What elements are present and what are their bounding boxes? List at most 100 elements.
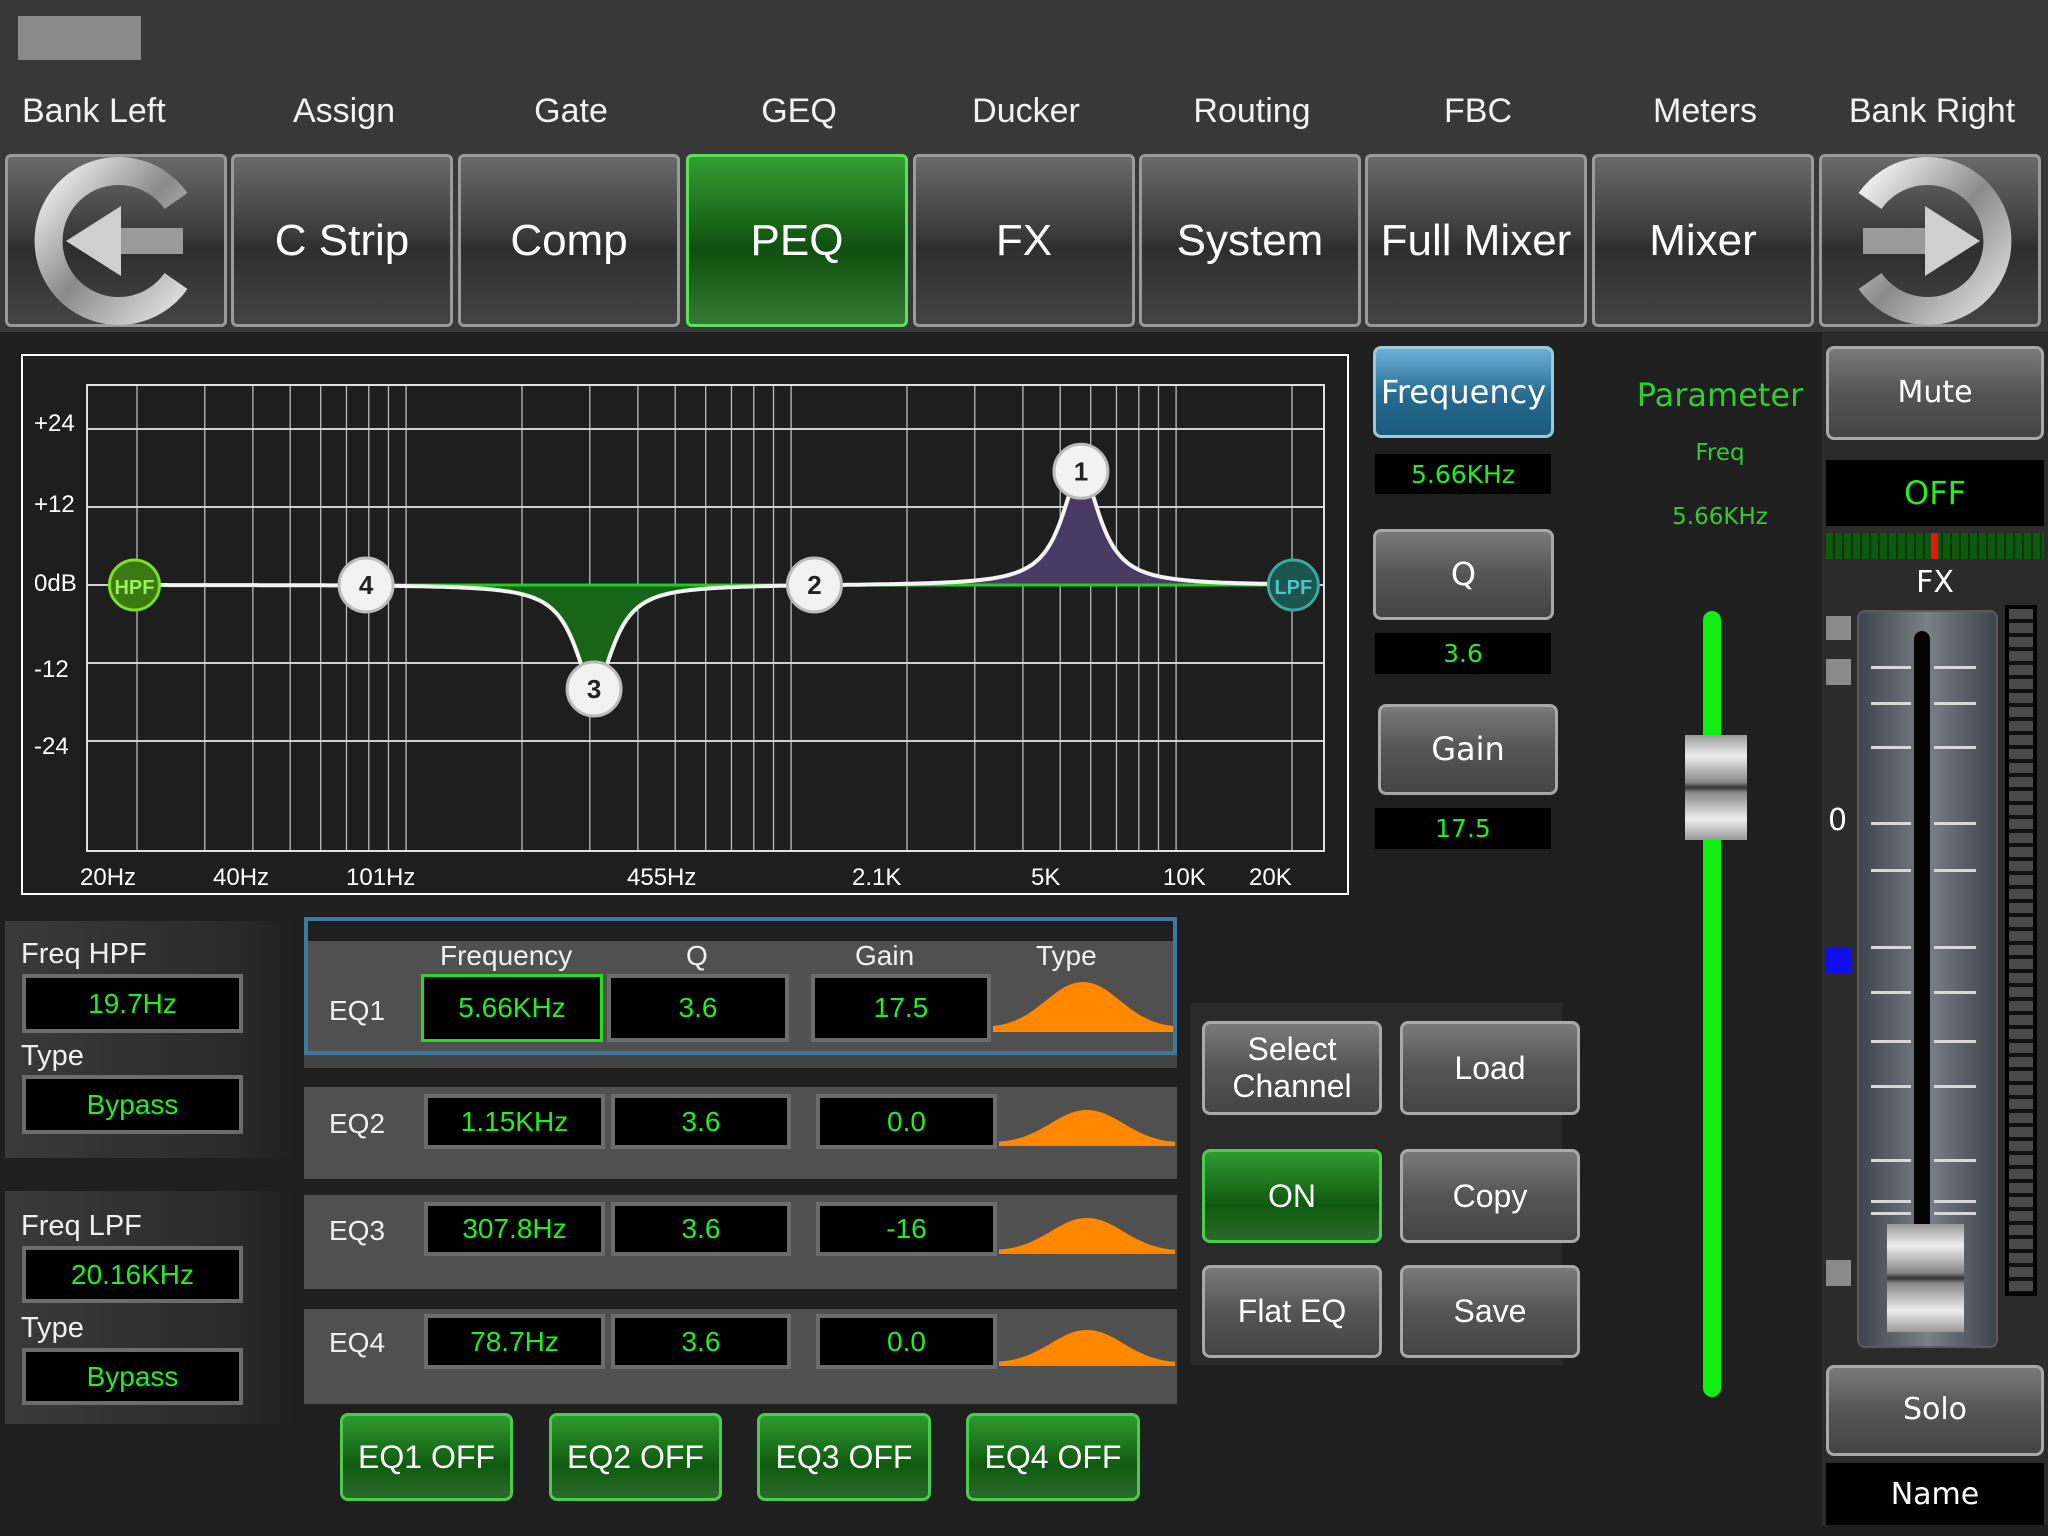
eq4-freq-field[interactable]: 78.7Hz bbox=[424, 1314, 605, 1369]
bell-icon[interactable] bbox=[993, 982, 1173, 1032]
eq1-q-field[interactable]: 3.6 bbox=[607, 974, 789, 1042]
eq3-label: EQ3 bbox=[329, 1215, 386, 1246]
gain-value: 17.5 bbox=[1375, 808, 1551, 849]
lpf-handle-label: LPF bbox=[1274, 577, 1312, 599]
bell-icon[interactable] bbox=[999, 1110, 1175, 1146]
fader-tick bbox=[1871, 869, 1911, 872]
zero-db-mark: 0 bbox=[1828, 803, 1848, 838]
fader-tick bbox=[1871, 1040, 1911, 1043]
parameter-name: Freq bbox=[1695, 440, 1745, 466]
header-q: Q bbox=[686, 940, 708, 971]
eq1-gain-field[interactable]: 17.5 bbox=[811, 974, 991, 1042]
frequency-value: 5.66KHz bbox=[1375, 454, 1551, 494]
fader-tick bbox=[1934, 1040, 1976, 1043]
fader-tick bbox=[1871, 1085, 1911, 1088]
flat-eq-button[interactable]: Flat EQ bbox=[1202, 1265, 1382, 1358]
y-tick: -24 bbox=[34, 733, 69, 760]
lpf-freq-field[interactable]: 20.16KHz bbox=[22, 1246, 243, 1303]
fader-slot bbox=[1914, 631, 1930, 1311]
fader-position-indicator bbox=[1826, 947, 1851, 973]
fader-tick bbox=[1934, 1200, 1976, 1203]
header-type: Type bbox=[1036, 940, 1097, 971]
frequency-param-button[interactable]: Frequency bbox=[1373, 346, 1554, 438]
y-tick: 0dB bbox=[34, 570, 77, 597]
eq4-gain-field[interactable]: 0.0 bbox=[816, 1314, 997, 1369]
load-button[interactable]: Load bbox=[1400, 1021, 1580, 1115]
eq4-q-field[interactable]: 3.6 bbox=[611, 1314, 791, 1369]
copy-button[interactable]: Copy bbox=[1400, 1149, 1580, 1243]
fader-tick bbox=[1934, 991, 1976, 994]
solo-button[interactable]: Solo bbox=[1826, 1365, 2044, 1456]
eq2-freq-field[interactable]: 1.15KHz bbox=[424, 1094, 605, 1149]
fader-tick bbox=[1934, 1159, 1976, 1162]
fader-tick bbox=[1871, 1159, 1911, 1162]
band-fill-1 bbox=[134, 471, 1294, 585]
hpf-type-field[interactable]: Bypass bbox=[22, 1075, 243, 1134]
eq3-gain-field[interactable]: -16 bbox=[816, 1202, 997, 1256]
x-tick: 2.1K bbox=[852, 864, 902, 891]
x-tick: 455Hz bbox=[627, 864, 697, 891]
q-param-button[interactable]: Q bbox=[1373, 529, 1554, 620]
hpf-type-label: Type bbox=[21, 1040, 84, 1072]
parameter-slider-handle[interactable] bbox=[1685, 735, 1747, 840]
band-fill-3 bbox=[134, 585, 1294, 689]
eq1-off-button[interactable]: EQ1 OFF bbox=[340, 1413, 513, 1501]
indicator bbox=[1826, 659, 1851, 685]
eq2-gain-field[interactable]: 0.0 bbox=[816, 1094, 997, 1149]
parameter-value: 5.66KHz bbox=[1672, 504, 1768, 530]
x-tick: 101Hz bbox=[346, 864, 416, 891]
level-meter-vertical bbox=[2005, 605, 2037, 1296]
fader-tick bbox=[1871, 946, 1911, 949]
fader-tick bbox=[1871, 1200, 1911, 1203]
hpf-handle-label: HPF bbox=[114, 577, 154, 599]
eq2-off-button[interactable]: EQ2 OFF bbox=[549, 1413, 722, 1501]
indicator bbox=[1826, 616, 1851, 640]
eq3-freq-field[interactable]: 307.8Hz bbox=[424, 1202, 605, 1256]
fader-tick bbox=[1871, 991, 1911, 994]
eq3-off-button[interactable]: EQ3 OFF bbox=[757, 1413, 931, 1501]
x-tick: 20K bbox=[1249, 864, 1292, 891]
hpf-freq-label: Freq HPF bbox=[21, 938, 147, 970]
eq4-off-button[interactable]: EQ4 OFF bbox=[966, 1413, 1140, 1501]
y-tick: -12 bbox=[34, 656, 69, 683]
eq1-freq-field[interactable]: 5.66KHz bbox=[421, 974, 603, 1042]
lpf-type-field[interactable]: Bypass bbox=[22, 1348, 243, 1405]
fader-tick bbox=[1934, 1085, 1976, 1088]
fader-tick bbox=[1934, 1212, 1976, 1215]
gain-param-button[interactable]: Gain bbox=[1378, 704, 1558, 795]
bell-icon[interactable] bbox=[999, 1330, 1175, 1366]
y-tick: +12 bbox=[34, 491, 75, 518]
eq1-label: EQ1 bbox=[329, 995, 386, 1026]
channel-name-field[interactable]: Name bbox=[1826, 1463, 2044, 1525]
x-tick: 10K bbox=[1163, 864, 1206, 891]
fader-tick bbox=[1934, 746, 1976, 749]
fader-tick bbox=[1934, 702, 1976, 705]
bell-icon[interactable] bbox=[999, 1218, 1175, 1254]
band-handle-2-label: 2 bbox=[807, 570, 821, 600]
q-value: 3.6 bbox=[1375, 633, 1551, 674]
header-gain: Gain bbox=[855, 940, 915, 971]
mute-button[interactable]: Mute bbox=[1826, 346, 2044, 440]
meter-peak-marker bbox=[1931, 533, 1938, 559]
eq-on-button[interactable]: ON bbox=[1202, 1149, 1382, 1243]
fader-tick bbox=[1934, 822, 1976, 825]
lpf-freq-label: Freq LPF bbox=[21, 1210, 142, 1242]
parameter-slider-track[interactable] bbox=[1703, 611, 1721, 1397]
parameter-title: Parameter bbox=[1636, 376, 1804, 414]
fader-handle[interactable] bbox=[1887, 1224, 1964, 1332]
select-channel-button[interactable]: Select Channel bbox=[1202, 1021, 1382, 1115]
mute-state: OFF bbox=[1826, 460, 2044, 526]
fader-tick bbox=[1871, 746, 1911, 749]
save-button[interactable]: Save bbox=[1400, 1265, 1580, 1358]
band-handle-3-label: 3 bbox=[587, 674, 601, 704]
lpf-type-label: Type bbox=[21, 1312, 84, 1344]
fader-tick bbox=[1871, 666, 1911, 669]
hpf-freq-field[interactable]: 19.7Hz bbox=[22, 974, 243, 1033]
eq2-q-field[interactable]: 3.6 bbox=[611, 1094, 791, 1149]
divider bbox=[304, 1055, 1177, 1068]
eq4-label: EQ4 bbox=[329, 1327, 386, 1358]
x-tick: 40Hz bbox=[213, 864, 270, 891]
eq3-q-field[interactable]: 3.6 bbox=[611, 1202, 791, 1256]
x-tick: 20Hz bbox=[80, 864, 137, 891]
x-tick: 5K bbox=[1031, 864, 1061, 891]
